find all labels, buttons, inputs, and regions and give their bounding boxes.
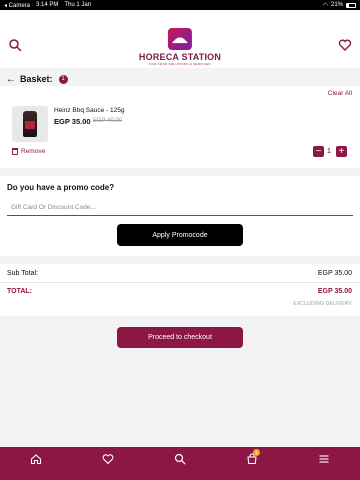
cart-icon[interactable]: 1 [246,449,260,465]
quantity-value: 1 [327,148,331,155]
basket-title: Basket: [20,74,53,84]
apply-promocode-button[interactable]: Apply Promocode [117,224,243,246]
brand-logo[interactable]: HORECA STATION FOR FOOD SOLUTIONS & SERV… [139,28,221,66]
app-header: HORECA STATION FOR FOOD SOLUTIONS & SERV… [0,10,360,68]
promo-title: Do you have a promo code? [7,183,115,192]
cart-item-panel: Clear All Heinz Bbq Sauce - 125g EGP 35.… [0,86,360,168]
wishlist-icon[interactable] [338,38,352,52]
status-bar: ◂ Camera 3:14 PM Thu 1 Jan ◠ 21% [0,0,360,10]
basket-count-badge: 1 [58,74,68,84]
quantity-increase-button[interactable]: + [336,146,347,157]
battery-percent: 21% [330,2,343,8]
logo-mark-icon [167,28,192,50]
battery-icon [346,2,356,8]
promo-panel: Do you have a promo code? Apply Promocod… [0,176,360,256]
bottom-nav: 1 [0,447,360,480]
total-value: EGP 35.00 [317,288,352,295]
subtotal-value: EGP 35.00 [317,270,352,277]
clear-all-link[interactable]: Clear All [328,90,352,97]
product-price: EGP 35.00 [54,117,91,126]
status-carrier: ◂ Camera [4,2,31,9]
proceed-to-checkout-button[interactable]: Proceed to checkout [117,327,243,348]
product-old-price: EGP 40.00 [93,118,123,124]
back-arrow-icon[interactable]: ← [6,74,16,85]
product-name[interactable]: Heinz Bbq Sauce - 125g [54,107,124,114]
sauce-bottle-icon [23,111,37,137]
cart-count-badge: 1 [253,449,260,456]
remove-button[interactable]: Remove [12,148,45,155]
status-date: Thu 1 Jan [64,1,92,8]
menu-icon[interactable] [318,452,330,464]
promo-code-input[interactable] [7,200,353,216]
search-icon[interactable] [174,452,186,465]
subtotal-label: Sub Total: [7,270,39,277]
brand-tagline: FOR FOOD SOLUTIONS & SERVICES [149,62,211,66]
total-label: TOTAL: [7,288,33,295]
trash-icon [12,148,18,155]
remove-label: Remove [21,148,46,155]
status-time: 3:14 PM [36,1,59,8]
brand-name: HORECA STATION [138,52,222,62]
product-image[interactable] [12,106,48,142]
totals-panel: Sub Total: EGP 35.00 TOTAL: EGP 35.00 EX… [0,264,360,316]
home-icon[interactable] [30,452,42,465]
wifi-icon: ◠ [322,2,328,9]
search-icon[interactable] [8,38,22,52]
heart-icon[interactable] [102,452,114,465]
excluding-delivery-note: EXCLUDING DELIVERY [293,301,352,307]
totals-divider [0,282,360,283]
quantity-decrease-button[interactable]: − [313,146,324,157]
